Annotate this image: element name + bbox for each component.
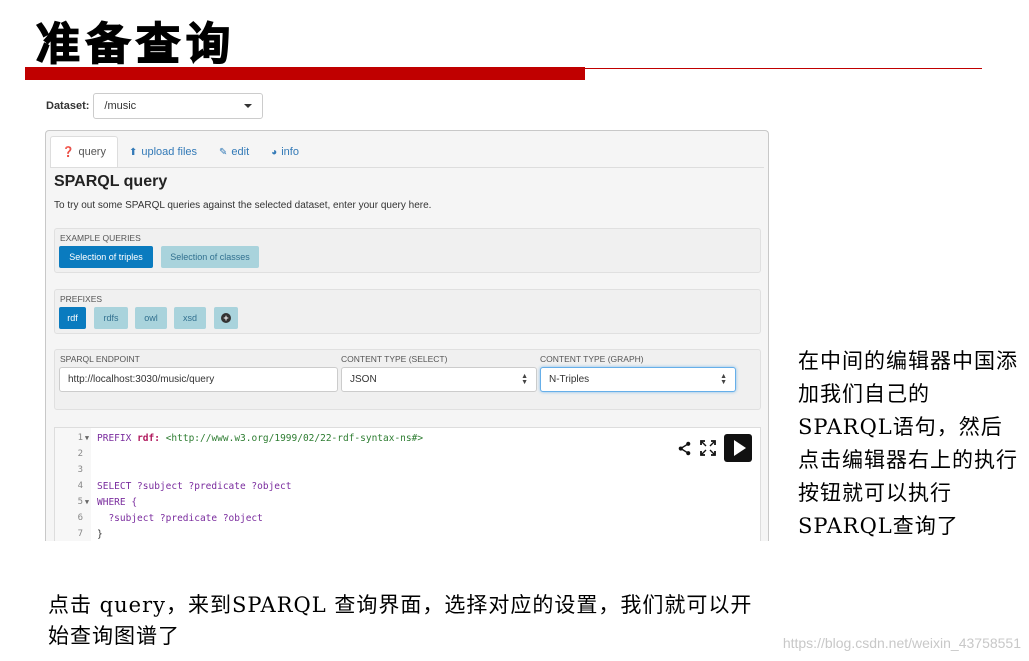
- endpoint-input[interactable]: http://localhost:3030/music/query: [59, 367, 338, 392]
- upload-icon: ⬆: [128, 146, 138, 158]
- fold-arrow-icon[interactable]: ▼: [83, 498, 91, 506]
- question-circle-icon: ❓: [62, 146, 75, 158]
- bottom-annotation: 点击 query，来到SPARQL 查询界面，选择对应的设置，我们就可以开始查询…: [48, 593, 753, 648]
- run-query-icon: [733, 440, 746, 456]
- endpoint-well: SPARQL ENDPOINT http://localhost:3030/mu…: [54, 349, 761, 410]
- title-underline-line: [585, 68, 982, 69]
- code-line: 7 }: [77, 528, 103, 540]
- title-underline-bar: [25, 67, 585, 80]
- example-selection-of-classes-button[interactable]: Selection of classes: [161, 246, 259, 268]
- endpoint-label: SPARQL ENDPOINT: [60, 354, 140, 364]
- chevron-down-icon: [244, 104, 253, 108]
- code-line: 1 ▼ PREFIX rdf: <http://www.w3.org/1999/…: [77, 432, 424, 444]
- tab-info[interactable]: ◕ info: [260, 136, 310, 168]
- dataset-select[interactable]: /music: [93, 93, 264, 119]
- tab-divider: [50, 167, 764, 168]
- content-type-select-dropdown[interactable]: JSON ▲ ▼: [341, 367, 537, 392]
- content-type-select-label: CONTENT TYPE (SELECT): [341, 354, 448, 364]
- dataset-row: Dataset: /music: [46, 93, 264, 119]
- content-type-graph-dropdown[interactable]: N-Triples ▲ ▼: [540, 367, 736, 392]
- example-queries-label: EXAMPLE QUERIES: [60, 233, 141, 243]
- tab-query[interactable]: ❓ query: [50, 136, 118, 168]
- page-description: To try out some SPARQL queries against t…: [54, 200, 432, 211]
- dashboard-icon: ◕: [271, 146, 278, 158]
- code-line: 5 ▼ WHERE {: [77, 496, 138, 508]
- updown-arrows-icon: ▲ ▼: [521, 372, 528, 386]
- content-type-graph-label: CONTENT TYPE (GRAPH): [540, 354, 644, 364]
- fuseki-panel: ❓ query ⬆ upload files ✎ edit ◕ info SPA…: [45, 130, 769, 541]
- example-selection-of-triples-button[interactable]: Selection of triples: [59, 246, 153, 268]
- prefix-xsd-button[interactable]: xsd: [174, 307, 206, 329]
- plus-circle-icon: +: [221, 313, 231, 323]
- prefixes-label: PREFIXES: [60, 294, 103, 304]
- code-line: 4 SELECT ?subject ?predicate ?object: [77, 480, 292, 492]
- code-line: 3: [77, 465, 83, 475]
- code-line: 6 ?subject ?predicate ?object: [77, 512, 263, 524]
- dataset-value: /music: [104, 100, 137, 112]
- prefix-rdf-button[interactable]: rdf: [59, 307, 86, 329]
- slide-title: 准备查询: [35, 18, 236, 71]
- watermark: https://blog.csdn.net/weixin_43758551: [782, 635, 1021, 651]
- editor-toolbar: [677, 434, 752, 462]
- side-annotation: 在中间的编辑器中国添加我们自己的SPARQL语句，然后点击编辑器右上的执行按钮就…: [798, 349, 1018, 538]
- add-prefix-button[interactable]: +: [214, 307, 238, 329]
- tab-bar: ❓ query ⬆ upload files ✎ edit ◕ info: [50, 136, 310, 168]
- fullscreen-icon[interactable]: [700, 440, 716, 456]
- tab-edit[interactable]: ✎ edit: [208, 136, 260, 168]
- run-query-button[interactable]: [724, 434, 752, 462]
- prefixes-well: PREFIXES rdf rdfs owl xsd +: [54, 289, 761, 334]
- dataset-label: Dataset:: [46, 100, 90, 112]
- tab-upload-files[interactable]: ⬆ upload files: [118, 136, 208, 168]
- updown-arrows-icon: ▲ ▼: [720, 372, 727, 386]
- page-title: SPARQL query: [54, 173, 168, 190]
- query-editor[interactable]: 1 ▼ PREFIX rdf: <http://www.w3.org/1999/…: [54, 427, 761, 541]
- share-icon[interactable]: [677, 441, 692, 456]
- edit-icon: ✎: [219, 146, 228, 158]
- prefix-owl-button[interactable]: owl: [135, 307, 167, 329]
- example-queries-well: EXAMPLE QUERIES Selection of triples Sel…: [54, 228, 761, 273]
- prefix-rdfs-button[interactable]: rdfs: [94, 307, 128, 329]
- code-line: 2: [77, 449, 83, 459]
- fold-arrow-icon[interactable]: ▼: [83, 434, 91, 442]
